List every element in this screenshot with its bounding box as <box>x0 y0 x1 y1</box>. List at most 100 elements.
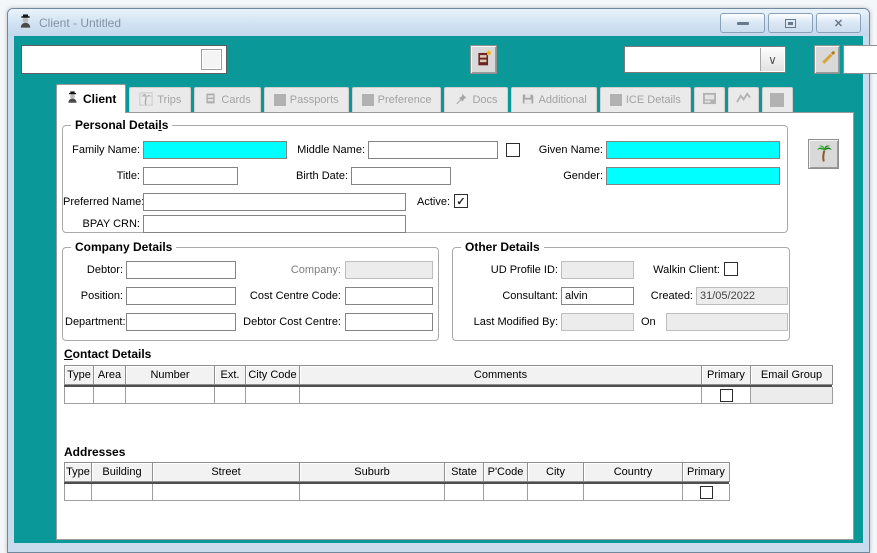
family-name-field[interactable] <box>143 141 287 159</box>
bpay-crn-label: BPAY CRN: <box>82 218 140 230</box>
client-window: Client - Untitled ✕ ∨ Client Trips Cards… <box>7 8 877 553</box>
company-details-legend: Company Details <box>71 240 177 254</box>
palm-tree-color-icon <box>814 143 834 166</box>
personal-details-group: Personal Details Family Name: Middle Nam… <box>62 118 788 233</box>
contact-cell-ext[interactable] <box>214 387 246 404</box>
contact-cell-comments[interactable] <box>299 387 702 404</box>
name-flag-checkbox[interactable] <box>506 143 520 157</box>
debtor-cost-centre-label: Debtor Cost Centre: <box>243 316 341 328</box>
active-checkbox[interactable]: ✓ <box>454 194 468 208</box>
department-field[interactable] <box>126 313 236 331</box>
address-cell-pcode[interactable] <box>483 484 528 501</box>
birth-date-field[interactable] <box>351 167 451 185</box>
middle-name-field[interactable] <box>368 141 498 159</box>
contact-col-email-group[interactable]: Email Group <box>750 365 833 385</box>
screen: Client - Untitled ✕ ∨ Client Trips Cards… <box>0 0 877 553</box>
address-cell-state[interactable] <box>444 484 484 501</box>
debtor-cost-centre-field[interactable] <box>345 313 433 331</box>
contact-cell-area[interactable] <box>93 387 126 404</box>
tab-strip: Client Trips Cards Passports Preference … <box>56 84 793 113</box>
address-cell-building[interactable] <box>91 484 153 501</box>
contact-col-number[interactable]: Number <box>125 365 215 385</box>
address-col-building[interactable]: Building <box>91 462 153 482</box>
address-col-city[interactable]: City <box>527 462 584 482</box>
search-browse-button[interactable] <box>201 49 222 70</box>
address-col-street[interactable]: Street <box>152 462 300 482</box>
position-label: Position: <box>80 290 123 302</box>
given-name-label: Given Name: <box>538 144 603 156</box>
window-title: Client - Untitled <box>39 15 122 30</box>
addresses-grid: Type Building Street Suburb State P'Code… <box>64 462 730 501</box>
address-col-state[interactable]: State <box>444 462 484 482</box>
address-col-suburb[interactable]: Suburb <box>299 462 445 482</box>
address-primary-checkbox[interactable] <box>699 485 713 499</box>
contact-cell-number[interactable] <box>125 387 215 404</box>
contact-col-city-code[interactable]: City Code <box>245 365 300 385</box>
address-col-primary[interactable]: Primary <box>682 462 730 482</box>
tab-cards: Cards <box>194 87 261 112</box>
address-cell-country[interactable] <box>583 484 683 501</box>
consultant-label: Consultant: <box>502 290 558 302</box>
debtor-field[interactable] <box>126 261 236 279</box>
personal-details-legend: Personal Details <box>71 118 173 132</box>
contact-col-type[interactable]: Type <box>64 365 94 385</box>
tab-window-icon-3 <box>761 87 793 112</box>
address-col-pcode[interactable]: P'Code <box>483 462 528 482</box>
given-name-field[interactable] <box>606 141 780 159</box>
client-form-panel: Personal Details Family Name: Middle Nam… <box>56 112 854 540</box>
contact-cell-city-code[interactable] <box>245 387 300 404</box>
client-app-icon <box>18 13 33 32</box>
family-name-label: Family Name: <box>72 144 140 156</box>
new-client-button[interactable] <box>470 45 497 74</box>
middle-name-label: Middle Name: <box>297 144 365 156</box>
pushpin-icon <box>454 92 468 109</box>
gender-field[interactable] <box>606 167 780 185</box>
address-cell-suburb[interactable] <box>299 484 445 501</box>
contact-primary-checkbox[interactable] <box>719 388 733 402</box>
address-col-type[interactable]: Type <box>64 462 92 482</box>
walkin-client-checkbox[interactable] <box>724 262 738 276</box>
department-label: Department: <box>65 316 126 328</box>
address-col-country[interactable]: Country <box>583 462 683 482</box>
client-area: ∨ Client Trips Cards Passports Preferenc… <box>14 36 877 543</box>
last-modified-by-label: Last Modified By: <box>473 316 558 328</box>
contact-details-title: Contact Details <box>64 347 152 361</box>
position-field[interactable] <box>126 287 236 305</box>
close-button[interactable]: ✕ <box>816 13 861 33</box>
quick-search-text[interactable] <box>24 48 199 71</box>
other-details-group: Other Details UD Profile ID: Walkin Clie… <box>452 240 790 341</box>
company-field <box>345 261 433 279</box>
active-label: Active: <box>416 196 450 208</box>
disk-icon <box>521 92 535 109</box>
palm-tree-icon <box>139 91 153 109</box>
leisure-palm-button[interactable] <box>808 139 839 169</box>
contact-col-comments[interactable]: Comments <box>299 365 702 385</box>
created-field <box>696 287 788 305</box>
consultant-field[interactable] <box>561 287 634 305</box>
address-cell-type[interactable] <box>64 484 92 501</box>
contact-cell-primary <box>701 387 751 404</box>
title-field[interactable] <box>143 167 238 185</box>
cost-centre-code-field[interactable] <box>345 287 433 305</box>
chevron-down-icon[interactable]: ∨ <box>760 48 784 71</box>
bpay-crn-field[interactable] <box>143 215 406 233</box>
edit-button[interactable] <box>814 45 840 74</box>
square-icon <box>361 94 374 106</box>
contact-col-area[interactable]: Area <box>93 365 126 385</box>
contact-col-ext[interactable]: Ext. <box>214 365 246 385</box>
minimize-button[interactable] <box>720 13 765 33</box>
edge-partial-control[interactable] <box>843 45 877 74</box>
maximize-button[interactable] <box>768 13 813 33</box>
on-field <box>666 313 788 331</box>
tab-client[interactable]: Client <box>56 84 127 113</box>
maximize-icon <box>785 18 796 28</box>
contact-cell-type[interactable] <box>64 387 94 404</box>
toolbar-combobox[interactable]: ∨ <box>624 46 786 73</box>
quick-search-input[interactable] <box>21 45 227 74</box>
close-icon: ✕ <box>833 17 844 30</box>
contact-col-primary[interactable]: Primary <box>701 365 751 385</box>
tab-window-icon-1 <box>693 87 725 112</box>
address-cell-city[interactable] <box>527 484 584 501</box>
preferred-name-field[interactable] <box>143 193 406 211</box>
address-cell-street[interactable] <box>152 484 300 501</box>
